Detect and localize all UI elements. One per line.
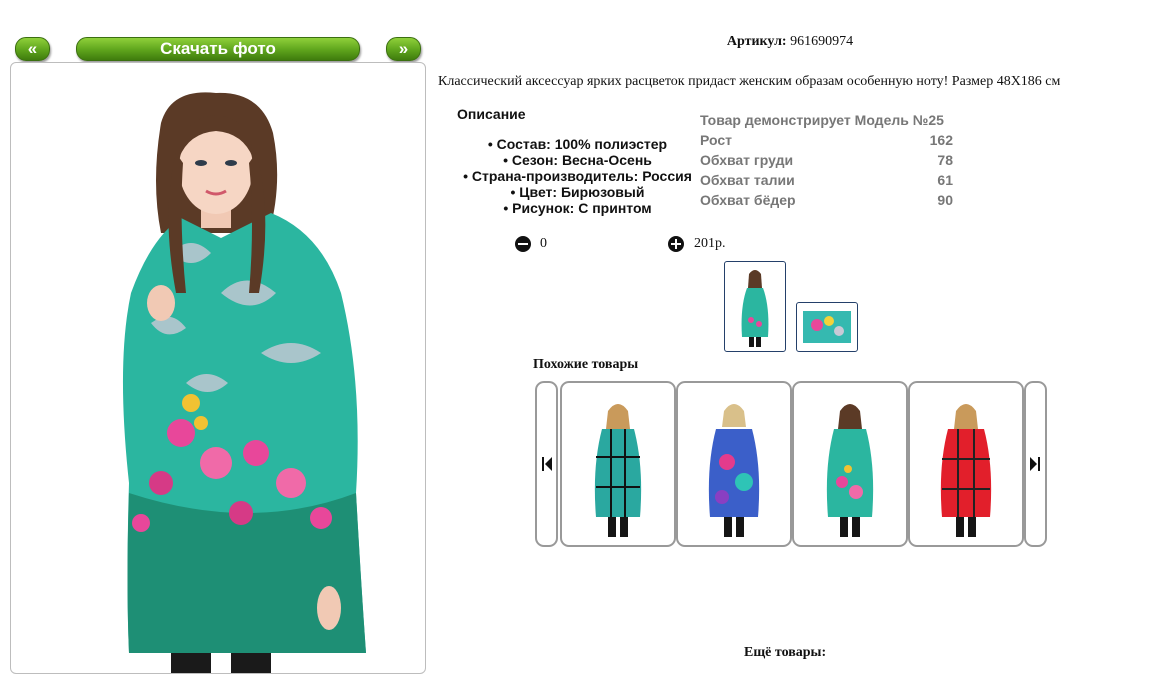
description-item: • Рисунок: С принтом [503,200,652,216]
similar-product-image [708,404,760,537]
similar-product-item[interactable] [676,381,792,547]
description-item: • Сезон: Весна-Осень [503,152,652,168]
skip-forward-icon [1030,457,1040,471]
similar-product-item[interactable] [560,381,676,547]
download-photo-button[interactable]: Скачать фото [76,37,360,61]
article-label: Артикул: [726,34,787,49]
carousel-prev-button[interactable] [535,381,558,547]
thumbnail-model-image [741,270,769,347]
similar-product-image [594,404,642,537]
next-photo-button[interactable]: » [386,37,421,61]
similar-products-heading: Похожие товары [533,357,639,372]
skip-back-icon [542,457,552,471]
measure-label: Обхват груди [700,152,794,168]
similar-product-item[interactable] [792,381,908,547]
decrease-quantity-icon[interactable] [515,236,531,252]
increase-quantity-icon[interactable] [668,236,684,252]
thumbnail-fabric-image [803,311,851,343]
measure-value: 78 [937,152,953,168]
measure-label: Обхват талии [700,172,795,188]
price-value: 201р. [694,236,726,251]
prev-photo-button[interactable]: « [15,37,50,61]
measure-value: 90 [937,192,953,208]
product-thumbnail-fabric[interactable] [796,302,858,352]
model-measurements: Товар демонстрирует Модель №25 Рост 162 О… [700,110,953,210]
similar-product-image [940,404,992,537]
similar-product-image [826,404,874,537]
measure-value: 61 [937,172,953,188]
main-product-photo[interactable] [10,62,426,674]
measure-value: 162 [929,132,953,148]
description-list: • Состав: 100% полиэстер • Сезон: Весна-… [455,136,700,216]
article-value: 961690974 [790,34,854,49]
quantity-value: 0 [540,236,547,251]
more-products-heading: Ещё товары: [744,645,827,660]
measure-label: Рост [700,132,732,148]
similar-product-item[interactable] [908,381,1024,547]
description-item: • Страна-производитель: Россия [463,168,692,184]
product-tagline: Классический аксессуар ярких расцветок п… [438,74,1061,89]
description-heading: Описание [457,106,526,122]
description-item: • Состав: 100% полиэстер [487,136,668,152]
carousel-next-button[interactable] [1024,381,1047,547]
model-heading: Товар демонстрирует Модель №25 [700,112,944,128]
description-item: • Цвет: Бирюзовый [510,184,645,200]
article-line: Артикул: 961690974 [700,34,880,50]
model-photo-illustration [122,92,366,673]
measure-label: Обхват бёдер [700,192,796,208]
product-thumbnail-model[interactable] [724,261,786,352]
